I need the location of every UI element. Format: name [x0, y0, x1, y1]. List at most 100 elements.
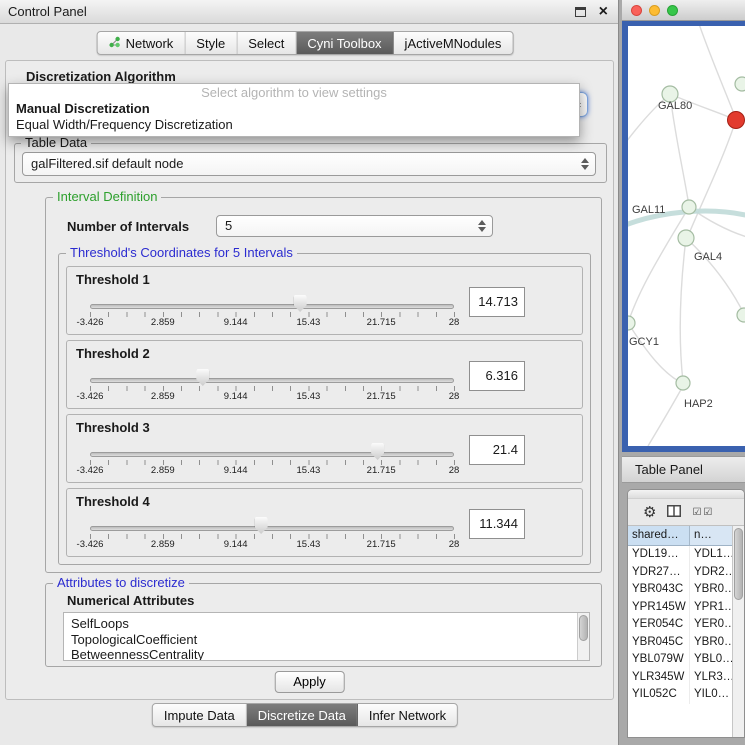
threshold-1-value-field[interactable]: 14.713 — [469, 287, 525, 317]
slider-scale-label: 2.859 — [151, 317, 175, 328]
table-cell: YBL079W — [628, 651, 690, 669]
table-scrollbar[interactable] — [732, 526, 744, 737]
numerical-attributes-label: Numerical Attributes — [63, 593, 198, 608]
minimize-traffic-icon[interactable] — [649, 5, 660, 16]
threshold-3-slider-thumb[interactable] — [371, 443, 384, 460]
number-of-intervals-combobox[interactable]: 5 — [216, 215, 493, 237]
threshold-1-slider-track[interactable] — [90, 304, 454, 309]
attribute-item[interactable]: TopologicalCoefficient — [71, 632, 589, 648]
network-canvas[interactable]: GAL80 GAL11 GAL4 GCY1 HAP2 — [628, 26, 745, 446]
table-cell: YDR27… — [628, 564, 690, 582]
slider-scale: -3.4262.8599.14415.4321.71528 — [90, 391, 454, 404]
threshold-4-slider-thumb[interactable] — [255, 517, 268, 534]
select-rows-icons[interactable]: ☑☑ — [692, 507, 714, 518]
zoom-traffic-icon[interactable] — [667, 5, 678, 16]
tab-style[interactable]: Style — [185, 32, 237, 54]
table-data-value: galFiltered.sif default node — [31, 156, 183, 171]
scrollbar-thumb[interactable] — [579, 615, 588, 641]
table-row[interactable]: YBL079WYBL0… — [628, 651, 733, 669]
slider-scale-label: 28 — [449, 317, 460, 328]
scrollbar-thumb[interactable] — [734, 528, 743, 600]
close-traffic-icon[interactable] — [631, 5, 642, 16]
threshold-3-slider-track[interactable] — [90, 452, 454, 457]
dropdown-option-equal-width-frequency[interactable]: Equal Width/Frequency Discretization — [9, 117, 579, 133]
table-cell: YBR045C — [628, 634, 690, 652]
control-panel-titlebar: Control Panel × — [0, 0, 618, 24]
selected-node[interactable] — [728, 112, 745, 129]
table-row[interactable]: YBR045CYBR0… — [628, 634, 733, 652]
attribute-item[interactable]: SelfLoops — [71, 616, 589, 632]
columns-icon[interactable] — [667, 505, 681, 520]
slider-scale: -3.4262.8599.14415.4321.71528 — [90, 465, 454, 478]
table-row[interactable]: YER054CYER0… — [628, 616, 733, 634]
threshold-3-value-field[interactable]: 21.4 — [469, 435, 525, 465]
slider-scale-label: -3.426 — [77, 539, 104, 550]
tab-discretize-data[interactable]: Discretize Data — [247, 704, 358, 726]
table-row[interactable]: YDR27…YDR2… — [628, 564, 733, 582]
slider-scale-label: 28 — [449, 465, 460, 476]
table-row[interactable]: YLR345WYLR3… — [628, 669, 733, 687]
table-cell: YDR2… — [690, 564, 733, 582]
table-cell: YPR1… — [690, 599, 733, 617]
tab-impute-data[interactable]: Impute Data — [153, 704, 247, 726]
threshold-4-label: Threshold 4 — [76, 494, 150, 509]
threshold-2-slider-thumb[interactable] — [196, 369, 209, 386]
apply-button[interactable]: Apply — [274, 671, 345, 693]
window-title: Control Panel — [8, 4, 87, 19]
tab-label: Select — [248, 36, 284, 51]
table-cell: YDL19… — [628, 546, 690, 564]
threshold-1-slider-thumb[interactable] — [294, 295, 307, 312]
number-of-intervals-label: Number of Intervals — [63, 219, 193, 234]
cyni-toolbox-panel: Discretization Algorithm Select algorith… — [5, 60, 614, 700]
dropdown-option-manual-discretization[interactable]: Manual Discretization — [9, 101, 579, 117]
threshold-4-value-field[interactable]: 11.344 — [469, 509, 525, 539]
table-row[interactable]: YPR145WYPR1… — [628, 599, 733, 617]
control-panel-window: Control Panel × Network Style Select Cyn… — [0, 0, 619, 745]
attributes-scrollbar[interactable] — [577, 613, 589, 660]
slider-scale-label: -3.426 — [77, 317, 104, 328]
table-cell: YLR345W — [628, 669, 690, 687]
gear-icon[interactable]: ⚙ — [643, 505, 656, 520]
column-header-name[interactable]: n… — [690, 526, 733, 545]
algorithm-dropdown-popup: Select algorithm to view settings Manual… — [8, 83, 580, 137]
tab-infer-network[interactable]: Infer Network — [358, 704, 457, 726]
close-icon[interactable]: × — [599, 3, 608, 21]
attribute-item[interactable]: BetweennessCentrality — [71, 647, 589, 661]
table-cell: YDL1… — [690, 546, 733, 564]
dropdown-prompt: Select algorithm to view settings — [9, 84, 579, 101]
table-cell: YPR145W — [628, 599, 690, 617]
interval-definition-label: Interval Definition — [53, 189, 161, 204]
table-data-combobox[interactable]: galFiltered.sif default node — [22, 152, 596, 176]
tab-select[interactable]: Select — [237, 32, 296, 54]
table-row[interactable]: YBR043CYBR0… — [628, 581, 733, 599]
slider-scale-label: 9.144 — [224, 539, 248, 550]
node-table-window: ⚙ ☑☑ shared… n… YDL19…YDL1…YDR27…YDR2…YB… — [627, 489, 745, 738]
table-cell: YER0… — [690, 616, 733, 634]
table-toolbar: ⚙ ☑☑ — [628, 499, 744, 526]
table-cell: YBR0… — [690, 634, 733, 652]
threshold-4-slider-track[interactable] — [90, 526, 454, 531]
threshold-2-value-field[interactable]: 6.316 — [469, 361, 525, 391]
numerical-attributes-list[interactable]: SelfLoopsTopologicalCoefficientBetweenne… — [63, 612, 590, 661]
column-header-shared-name[interactable]: shared… — [628, 526, 690, 545]
slider-scale-label: 28 — [449, 539, 460, 550]
tab-jactivemnodules[interactable]: jActiveMNodules — [394, 32, 513, 54]
node-hap2[interactable] — [676, 376, 690, 390]
float-window-icon[interactable] — [575, 7, 586, 17]
threshold-2-slider-track[interactable] — [90, 378, 454, 383]
node-gcy1[interactable] — [628, 316, 635, 330]
table-row[interactable]: YIL052CYIL0… — [628, 686, 733, 704]
discretization-algorithm-label: Discretization Algorithm — [22, 69, 180, 84]
node-gal11[interactable] — [682, 200, 696, 214]
threshold-1-box: Threshold 1 -3.4262.8599.14415.4321.7152… — [66, 266, 583, 335]
tab-network[interactable]: Network — [98, 32, 186, 54]
node-label-gal4: GAL4 — [694, 251, 722, 263]
tab-cyni-toolbox[interactable]: Cyni Toolbox — [296, 32, 393, 54]
node[interactable] — [735, 77, 745, 91]
tab-label: Style — [196, 36, 225, 51]
threshold-2-label: Threshold 2 — [76, 346, 150, 361]
node[interactable] — [737, 308, 745, 322]
table-row[interactable]: YDL19…YDL1… — [628, 546, 733, 564]
table-cell: YIL052C — [628, 686, 690, 704]
node-gal4[interactable] — [678, 230, 694, 246]
